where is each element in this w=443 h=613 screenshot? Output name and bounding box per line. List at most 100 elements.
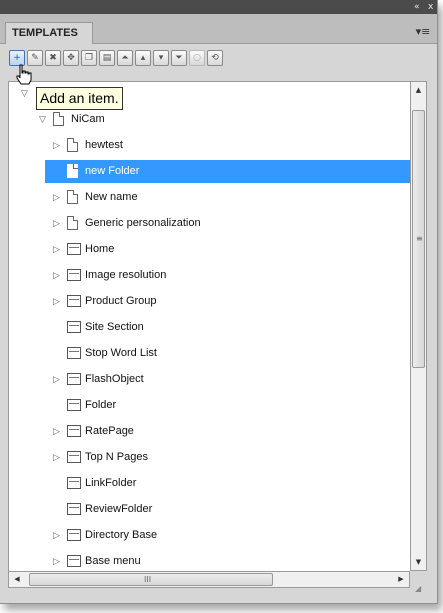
- expander-collapsed-icon[interactable]: ▷: [53, 530, 63, 540]
- tree-row[interactable]: Stop Word List: [9, 342, 411, 365]
- tab-strip: TEMPLATES ▾≡: [0, 14, 437, 44]
- tree-row[interactable]: Folder: [9, 394, 411, 417]
- expander-expanded-icon[interactable]: ▽: [21, 88, 31, 98]
- tree-item-label: Product Group: [85, 295, 157, 307]
- move-top-button[interactable]: ⏶: [117, 50, 133, 66]
- tree-row[interactable]: ▷ RatePage: [9, 420, 411, 443]
- circle-icon: ○: [193, 53, 201, 63]
- tree-row[interactable]: ▷ Home: [9, 238, 411, 261]
- tree-item-label: new Folder: [85, 165, 140, 177]
- move-icon: ✥: [67, 53, 75, 63]
- tree-row[interactable]: Site Section: [9, 316, 411, 339]
- scroll-right-icon[interactable]: ▶: [393, 572, 409, 587]
- expander-collapsed-icon[interactable]: ▷: [53, 192, 63, 202]
- paste-item-button[interactable]: ▤: [99, 50, 115, 66]
- tree-item-label: Site Section: [85, 321, 144, 333]
- expander-collapsed-icon[interactable]: ▷: [53, 218, 63, 228]
- move-up-button[interactable]: ▴: [135, 50, 151, 66]
- template-icon: [67, 243, 81, 255]
- toolbar: + ✎ ✖ ✥ ❐ ▤ ⏶ ▴ ▾ ⏷ ○ ⟲: [9, 50, 429, 70]
- template-tree: ▽ ▽ NiCam ▷ hewtest new Folder ▷ New name ▷ Gene…: [8, 81, 411, 573]
- expander-expanded-icon[interactable]: ▽: [39, 114, 49, 124]
- edit-icon: ✎: [31, 53, 39, 63]
- template-icon: [67, 503, 81, 515]
- expander-collapsed-icon[interactable]: ▷: [53, 296, 63, 306]
- scroll-down-icon[interactable]: ▼: [411, 554, 426, 570]
- double-down-icon: ⏷: [175, 53, 183, 63]
- tree-item-label: ReviewFolder: [85, 503, 153, 515]
- delete-item-button[interactable]: ✖: [45, 50, 61, 66]
- tree-item-label: Stop Word List: [85, 347, 157, 359]
- scroll-left-icon[interactable]: ◀: [9, 572, 25, 587]
- tree-row[interactable]: ReviewFolder: [9, 498, 411, 521]
- tree-row[interactable]: ▷ New name: [9, 186, 411, 209]
- horizontal-scrollbar[interactable]: ◀ III ▶: [8, 571, 410, 588]
- tab-templates[interactable]: TEMPLATES: [5, 22, 93, 44]
- template-icon: [67, 451, 81, 463]
- refresh-icon: ⟲: [211, 53, 219, 63]
- copy-item-button[interactable]: ❐: [81, 50, 97, 66]
- delete-icon: ✖: [49, 53, 57, 63]
- vertical-scroll-thumb[interactable]: ≡: [412, 110, 425, 368]
- expander-collapsed-icon[interactable]: ▷: [53, 374, 63, 384]
- tree-row[interactable]: LinkFolder: [9, 472, 411, 495]
- vertical-scrollbar[interactable]: ▲ ≡ ▼: [410, 81, 427, 571]
- tree-item-label: hewtest: [85, 139, 123, 151]
- tree-row[interactable]: ▷ Top N Pages: [9, 446, 411, 469]
- move-item-button[interactable]: ✥: [63, 50, 79, 66]
- tooltip: Add an item.: [36, 87, 123, 110]
- paste-icon: ▤: [102, 53, 112, 63]
- close-icon[interactable]: x: [428, 1, 433, 13]
- tree-item-label: Generic personalization: [85, 217, 201, 229]
- tree-row[interactable]: ▷ Generic personalization: [9, 212, 411, 235]
- expander-collapsed-icon[interactable]: ▷: [53, 244, 63, 254]
- horizontal-scroll-thumb[interactable]: III: [29, 573, 273, 586]
- expander-collapsed-icon[interactable]: ▷: [53, 270, 63, 280]
- tree-row[interactable]: ▽ NiCam: [9, 108, 411, 131]
- panel-menu-icon[interactable]: ▾≡: [414, 25, 432, 39]
- move-down-button[interactable]: ▾: [153, 50, 169, 66]
- collapse-icon[interactable]: «: [414, 1, 420, 13]
- expander-collapsed-icon[interactable]: ▷: [53, 452, 63, 462]
- tree-item-label: RatePage: [85, 425, 134, 437]
- disabled-button[interactable]: ○: [189, 50, 205, 66]
- move-bottom-button[interactable]: ⏷: [171, 50, 187, 66]
- document-icon: [67, 164, 78, 178]
- tree-row[interactable]: ▷ Base menu: [9, 550, 411, 572]
- tree-item-label: New name: [85, 191, 138, 203]
- copy-icon: ❐: [84, 53, 94, 63]
- template-icon: [67, 321, 81, 333]
- document-icon: [67, 216, 78, 230]
- tree-row[interactable]: ▷ Directory Base: [9, 524, 411, 547]
- template-icon: [67, 373, 81, 385]
- up-icon: ▴: [140, 53, 146, 63]
- add-icon: +: [13, 53, 21, 63]
- document-icon: [53, 112, 64, 126]
- refresh-button[interactable]: ⟲: [207, 50, 223, 66]
- tree-row[interactable]: ▷ hewtest: [9, 134, 411, 157]
- tree-row[interactable]: ▷ Image resolution: [9, 264, 411, 287]
- down-icon: ▾: [158, 53, 164, 63]
- tree-row[interactable]: ▷ FlashObject: [9, 368, 411, 391]
- tree-row[interactable]: new Folder: [45, 160, 411, 183]
- tree-item-label: Base menu: [85, 555, 141, 567]
- expander-collapsed-icon[interactable]: ▷: [53, 556, 63, 566]
- panel-title-bar: « x: [0, 0, 437, 14]
- tree-row[interactable]: ▷ Product Group: [9, 290, 411, 313]
- scroll-up-icon[interactable]: ▲: [411, 82, 426, 98]
- tree-item-label: Home: [85, 243, 115, 255]
- template-icon: [67, 425, 81, 437]
- template-icon: [67, 399, 81, 411]
- double-up-icon: ⏶: [121, 53, 129, 63]
- template-icon: [67, 477, 81, 489]
- expander-collapsed-icon[interactable]: ▷: [53, 426, 63, 436]
- resize-grip-icon[interactable]: ◢: [415, 584, 425, 594]
- tree-item-label: Directory Base: [85, 529, 158, 541]
- template-icon: [67, 555, 81, 567]
- template-icon: [67, 269, 81, 281]
- hand-cursor-icon: [16, 64, 32, 85]
- tree-item-label: Image resolution: [85, 269, 167, 281]
- tree-item-label: FlashObject: [85, 373, 144, 385]
- document-icon: [67, 190, 78, 204]
- expander-collapsed-icon[interactable]: ▷: [53, 140, 63, 150]
